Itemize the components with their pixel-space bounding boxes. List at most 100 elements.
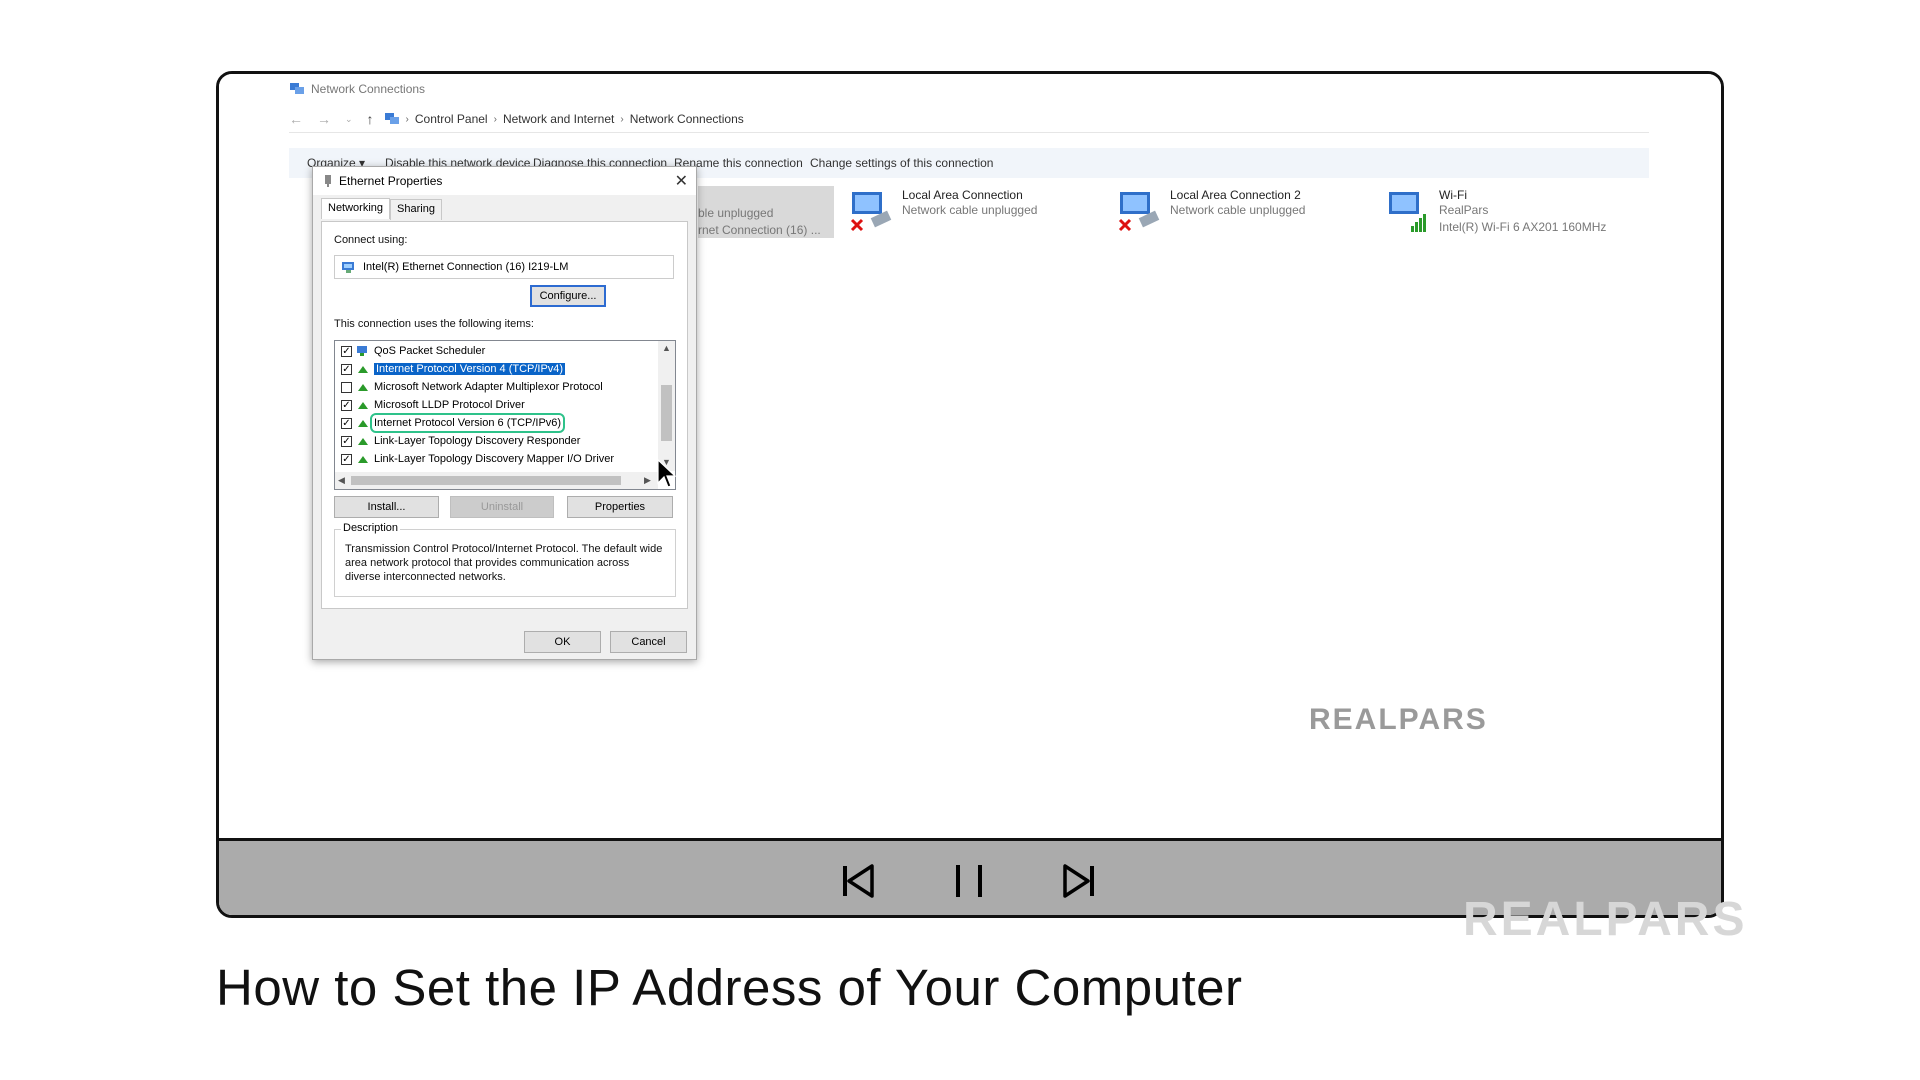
ethernet-properties-dialog: Ethernet Properties ✕ Networking Sharing…: [312, 166, 697, 660]
scroll-right-icon[interactable]: ▶: [644, 475, 651, 486]
uninstall-button[interactable]: Uninstall: [450, 496, 554, 518]
ethernet-icon: [325, 175, 331, 187]
dialog-title: Ethernet Properties: [339, 174, 443, 188]
realpars-watermark: REALPARS: [1309, 703, 1488, 736]
breadcrumb-separator-icon: ›: [620, 113, 624, 125]
connection-device: Intel(R) Wi-Fi 6 AX201 160MHz: [1439, 220, 1607, 234]
network-adapter-disconnected-icon: [850, 192, 892, 232]
connection-name: Local Area Connection 2: [1170, 188, 1301, 202]
vertical-scroll-thumb[interactable]: [661, 385, 672, 441]
pause-button[interactable]: [949, 861, 989, 901]
forward-arrow-icon[interactable]: →: [317, 111, 331, 127]
list-item[interactable]: ✓ Microsoft LLDP Protocol Driver: [341, 397, 525, 413]
checkbox[interactable]: ✓: [341, 417, 352, 429]
protocol-icon: [358, 366, 368, 373]
dialog-tabs: Networking Sharing: [321, 198, 442, 220]
connection-local-area-2[interactable]: Local Area Connection 2 Network cable un…: [1116, 188, 1305, 236]
properties-button[interactable]: Properties: [567, 496, 673, 518]
breadcrumb-control-panel[interactable]: Control Panel: [415, 112, 488, 126]
wifi-adapter-icon: [1389, 192, 1426, 232]
checkbox[interactable]: ✓: [341, 363, 352, 375]
checkbox[interactable]: ✓: [341, 399, 352, 411]
connection-status: Network cable unplugged: [902, 203, 1038, 217]
cancel-button[interactable]: Cancel: [610, 631, 687, 653]
partial-device: rnet Connection (16) ...: [698, 223, 821, 237]
install-button[interactable]: Install...: [334, 496, 439, 518]
components-list[interactable]: ✓ QoS Packet Scheduler ✓ Internet Protoc…: [334, 340, 676, 490]
connection-ethernet-partial[interactable]: ble unplugged rnet Connection (16) ...: [698, 186, 834, 238]
network-adapter-disconnected-icon: [1118, 192, 1160, 232]
connection-status: RealPars: [1439, 203, 1489, 217]
list-item[interactable]: ✓ Link-Layer Topology Discovery Responde…: [341, 433, 580, 449]
horizontal-scroll-thumb[interactable]: [351, 476, 621, 485]
breadcrumb-separator-icon: ›: [493, 113, 497, 125]
list-item[interactable]: Microsoft Network Adapter Multiplexor Pr…: [341, 379, 603, 395]
scroll-up-icon[interactable]: ▲: [662, 343, 671, 353]
back-arrow-icon[interactable]: ←: [289, 111, 303, 127]
recent-chevron-icon[interactable]: ⌄: [345, 114, 353, 125]
video-screen: Network Connections ← → ⌄ ↑ › Control Pa…: [219, 74, 1721, 844]
horizontal-scrollbar[interactable]: ◀ ▶: [335, 472, 658, 489]
list-item-highlighted[interactable]: ✓ Internet Protocol Version 6 (TCP/IPv6): [341, 413, 566, 433]
adapter-field: Intel(R) Ethernet Connection (16) I219-L…: [334, 255, 674, 279]
partial-status: ble unplugged: [698, 206, 774, 220]
previous-track-button[interactable]: [838, 861, 878, 901]
description-text: Transmission Control Protocol/Internet P…: [345, 543, 663, 583]
connection-name: Wi-Fi: [1439, 188, 1467, 202]
skip-previous-icon: [843, 864, 874, 898]
item-label: Link-Layer Topology Discovery Mapper I/O…: [374, 453, 615, 465]
checkbox[interactable]: [341, 381, 352, 393]
item-label: Internet Protocol Version 4 (TCP/IPv4): [374, 363, 566, 375]
breadcrumb-separator-icon: ›: [405, 113, 409, 125]
change-settings-button[interactable]: Change settings of this connection: [810, 156, 993, 170]
description-group: Description Transmission Control Protoco…: [334, 522, 676, 597]
connection-local-area[interactable]: Local Area Connection Network cable unpl…: [848, 188, 1037, 236]
protocol-icon: [358, 420, 368, 427]
item-label: Internet Protocol Version 6 (TCP/IPv6): [369, 413, 566, 433]
network-connections-icon: [290, 83, 304, 94]
item-label: Microsoft LLDP Protocol Driver: [374, 399, 525, 411]
page-title: How to Set the IP Address of Your Comput…: [216, 959, 1243, 1016]
tab-sharing[interactable]: Sharing: [390, 199, 442, 220]
adapter-name: Intel(R) Ethernet Connection (16) I219-L…: [363, 261, 569, 273]
up-arrow-icon[interactable]: ↑: [367, 111, 374, 127]
item-label: Microsoft Network Adapter Multiplexor Pr…: [374, 381, 603, 393]
checkbox[interactable]: ✓: [341, 453, 352, 465]
connect-using-label: Connect using:: [334, 234, 408, 246]
protocol-icon: [358, 438, 368, 445]
pause-icon: [956, 865, 982, 897]
items-label: This connection uses the following items…: [334, 318, 534, 330]
control-panel-icon: [384, 113, 399, 124]
network-service-icon: [357, 346, 367, 356]
connection-wifi[interactable]: Wi-Fi RealPars Intel(R) Wi-Fi 6 AX201 16…: [1385, 188, 1606, 236]
breadcrumb-network-internet[interactable]: Network and Internet: [503, 112, 614, 126]
checkbox[interactable]: ✓: [341, 435, 352, 447]
connection-status: Network cable unplugged: [1170, 203, 1306, 217]
breadcrumb-network-connections[interactable]: Network Connections: [630, 112, 744, 126]
checkbox[interactable]: ✓: [341, 345, 352, 357]
close-icon[interactable]: ✕: [675, 171, 688, 191]
item-label: Link-Layer Topology Discovery Responder: [374, 435, 581, 447]
ok-button[interactable]: OK: [524, 631, 601, 653]
item-label: QoS Packet Scheduler: [374, 345, 486, 357]
connection-name: Local Area Connection: [902, 188, 1023, 202]
protocol-icon: [358, 456, 368, 463]
description-label: Description: [341, 522, 401, 534]
window-title: Network Connections: [289, 82, 425, 96]
vertical-scrollbar[interactable]: ▲ ▼: [658, 341, 675, 471]
video-frame: Network Connections ← → ⌄ ↑ › Control Pa…: [216, 71, 1724, 918]
list-item[interactable]: ✓ QoS Packet Scheduler: [341, 343, 485, 359]
list-item-selected[interactable]: ✓ Internet Protocol Version 4 (TCP/IPv4): [341, 361, 566, 377]
tab-networking[interactable]: Networking: [321, 198, 391, 219]
scroll-left-icon[interactable]: ◀: [338, 475, 345, 486]
networking-panel: Connect using: Intel(R) Ethernet Connect…: [321, 221, 688, 609]
next-track-button[interactable]: [1059, 861, 1099, 901]
window-title-text: Network Connections: [311, 82, 426, 96]
address-bar[interactable]: ← → ⌄ ↑ › Control Panel › Network and In…: [289, 106, 1649, 133]
dialog-titlebar: Ethernet Properties: [313, 167, 696, 195]
protocol-icon: [358, 384, 368, 391]
realpars-watermark-secondary: REALPARS: [1463, 893, 1748, 946]
list-item[interactable]: ✓ Link-Layer Topology Discovery Mapper I…: [341, 451, 614, 467]
configure-button[interactable]: Configure...: [530, 285, 606, 307]
skip-next-icon: [1063, 864, 1094, 898]
